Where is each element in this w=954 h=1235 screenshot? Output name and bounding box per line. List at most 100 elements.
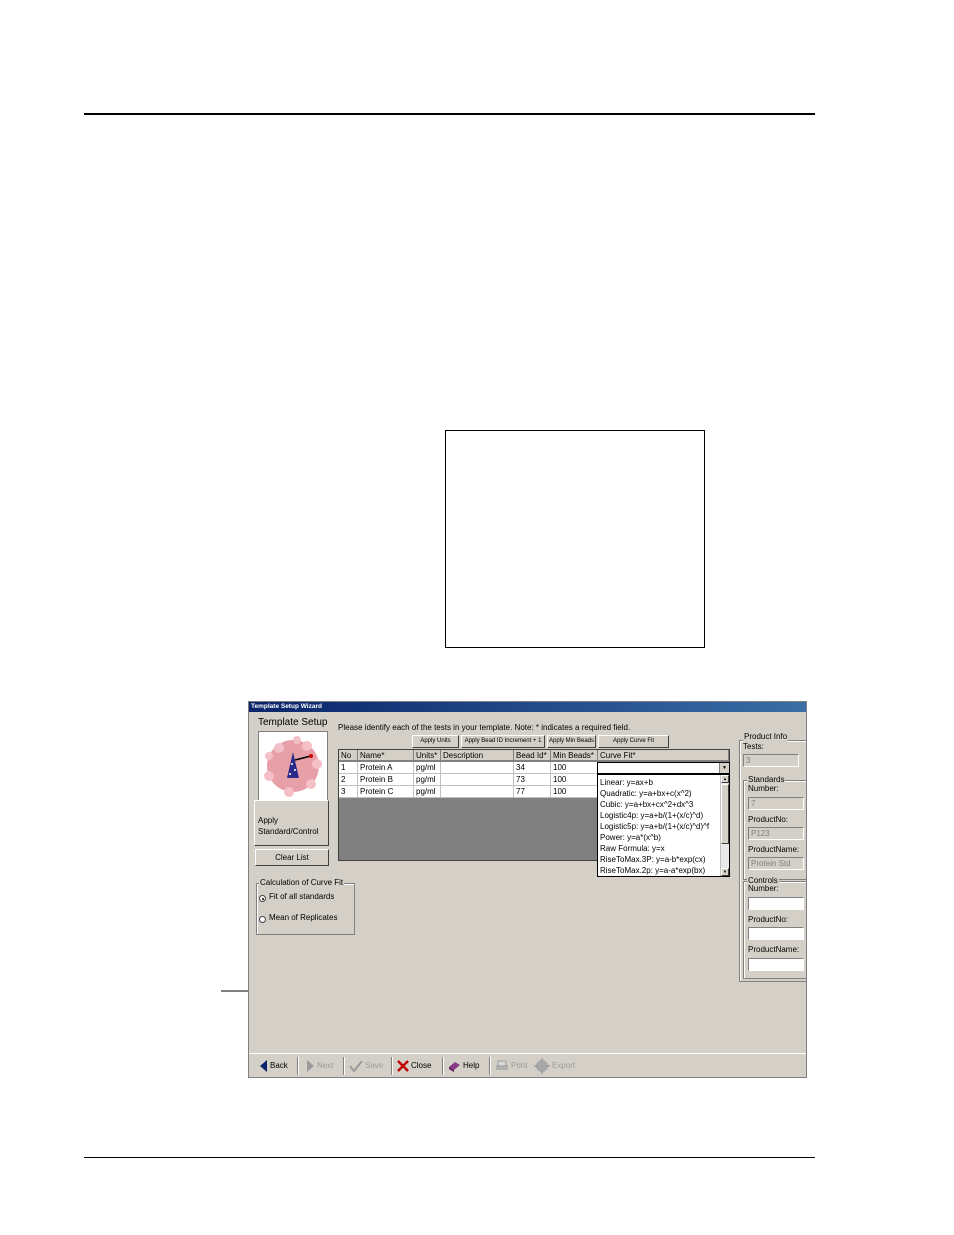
curve-fit-option[interactable]: Raw Formula: y=x	[600, 844, 665, 854]
curve-fit-option[interactable]: Cubic: y=a+bx+cx^2+dx^3	[600, 800, 693, 810]
apply-bead-id-button[interactable]: Apply Bead ID Increment + 1	[461, 735, 545, 748]
footer-rule	[84, 1157, 815, 1158]
toolbar-separator	[297, 1057, 299, 1075]
next-label: Next	[317, 1061, 334, 1070]
table-cell-bead-id[interactable]: 77	[514, 786, 551, 798]
table-cell-description[interactable]	[441, 762, 514, 774]
close-label: Close	[411, 1061, 432, 1070]
table-cell-no[interactable]: 2	[339, 774, 358, 786]
export-icon	[534, 1058, 550, 1074]
curve-fit-group-label: Calculation of Curve Fit	[259, 878, 345, 888]
standards-productname-label: ProductName:	[748, 845, 800, 854]
toolbar-separator	[343, 1057, 345, 1075]
table-cell-no[interactable]: 1	[339, 762, 358, 774]
print-button[interactable]: Print	[495, 1058, 527, 1074]
wizard-toolbar: Back Next Save Close Help Print Export	[249, 1053, 806, 1077]
scroll-down-icon[interactable]: ▼	[721, 868, 729, 876]
next-button[interactable]: Next	[306, 1058, 333, 1074]
column-header-no: No	[339, 750, 358, 761]
template-setup-window: Template Setup Wizard Template Setup App…	[248, 701, 807, 1078]
toolbar-separator	[391, 1057, 393, 1075]
help-book-icon	[449, 1061, 460, 1072]
export-button[interactable]: Export	[534, 1058, 575, 1074]
chevron-down-icon[interactable]: ▼	[719, 763, 729, 773]
apply-units-button[interactable]: Apply Units	[412, 735, 459, 748]
curve-fit-option[interactable]: RiseToMax.2p: y=a-a*exp(bx)	[600, 866, 705, 876]
standards-productno-field: P123	[748, 827, 804, 840]
column-header-bead-id: Bead Id*	[514, 750, 551, 761]
table-cell-name[interactable]: Protein A	[358, 762, 414, 774]
save-button[interactable]: Save	[349, 1058, 383, 1074]
printer-icon	[496, 1060, 508, 1070]
curve-fit-options-list: Linear: y=ax+b Quadratic: y=a+bx+c(x^2) …	[597, 774, 730, 877]
print-label: Print	[511, 1061, 528, 1070]
curve-fit-group	[256, 883, 355, 935]
wizard-logo-icon	[258, 731, 328, 801]
save-label: Save	[365, 1061, 384, 1070]
controls-productname-label: ProductName:	[748, 945, 800, 954]
curve-fit-option[interactable]: Logistic5p: y=a+b/(1+(x/c)^d)^f	[600, 822, 709, 832]
table-cell-name[interactable]: Protein B	[358, 774, 414, 786]
table-cell-min-beads[interactable]: 100	[551, 786, 598, 798]
close-button[interactable]: Close	[397, 1058, 431, 1074]
apply-standard-control-button[interactable]: Apply Standard/Control	[254, 800, 329, 846]
standards-number-label: Number:	[748, 784, 779, 793]
table-cell-units[interactable]: pg/ml	[414, 774, 441, 786]
mean-of-replicates-radio[interactable]	[259, 916, 266, 923]
tests-label: Tests:	[743, 742, 764, 751]
curve-fit-dropdown[interactable]: ▼	[597, 762, 730, 774]
apply-min-beads-button[interactable]: Apply Min Beads	[547, 735, 596, 748]
controls-number-label: Number:	[748, 884, 779, 893]
controls-productno-label: ProductNo:	[748, 915, 789, 924]
table-cell-min-beads[interactable]: 100	[551, 762, 598, 774]
standards-productno-label: ProductNo:	[748, 815, 789, 824]
column-header-min-beads: Min Beads*	[551, 750, 598, 761]
instruction-text: Please identify each of the tests in you…	[338, 723, 631, 732]
table-cell-min-beads[interactable]: 100	[551, 774, 598, 786]
window-title: Template Setup Wizard	[249, 702, 806, 712]
standards-number-field: 7	[748, 797, 804, 810]
fit-all-standards-radio[interactable]	[259, 895, 266, 902]
table-cell-bead-id[interactable]: 73	[514, 774, 551, 786]
arrow-left-icon	[260, 1059, 267, 1072]
export-label: Export	[552, 1061, 576, 1071]
fit-all-standards-label: Fit of all standards	[269, 892, 335, 901]
column-header-name: Name*	[358, 750, 414, 761]
options-scrollbar[interactable]: ▲ ▼	[720, 775, 729, 876]
table-cell-no[interactable]: 3	[339, 786, 358, 798]
table-cell-units[interactable]: pg/ml	[414, 786, 441, 798]
close-icon	[397, 1060, 409, 1072]
table-cell-bead-id[interactable]: 34	[514, 762, 551, 774]
help-label: Help	[463, 1061, 480, 1070]
curve-fit-option[interactable]: Quadratic: y=a+bx+c(x^2)	[600, 789, 692, 799]
standards-productname-field: Protein Std	[748, 857, 804, 870]
scroll-up-icon[interactable]: ▲	[721, 775, 729, 783]
column-header-curve-fit: Curve Fit*	[598, 750, 729, 761]
controls-number-field[interactable]	[748, 897, 804, 910]
help-button[interactable]: Help	[448, 1058, 479, 1074]
column-header-description: Description	[441, 750, 514, 761]
table-cell-description[interactable]	[441, 786, 514, 798]
product-info-label: Product Info	[743, 732, 789, 742]
curve-fit-option[interactable]: Logistic4p: y=a+b/(1+(x/c)^d)	[600, 811, 703, 821]
column-header-units: Units*	[414, 750, 441, 761]
clear-list-button[interactable]: Clear List	[255, 849, 329, 866]
controls-productname-field[interactable]	[748, 958, 804, 971]
back-label: Back	[270, 1061, 288, 1070]
mean-of-replicates-label: Mean of Replicates	[269, 913, 338, 922]
curve-fit-option[interactable]: RiseToMax.3P: y=a-b*exp(cx)	[600, 855, 706, 865]
apply-curve-fit-button[interactable]: Apply Curve Fit	[598, 735, 669, 748]
table-cell-name[interactable]: Protein C	[358, 786, 414, 798]
table-cell-description[interactable]	[441, 774, 514, 786]
toolbar-separator	[442, 1057, 444, 1075]
back-button[interactable]: Back	[259, 1058, 288, 1074]
scrollbar-thumb[interactable]	[721, 784, 729, 844]
tests-field: 3	[743, 754, 799, 767]
table-cell-units[interactable]: pg/ml	[414, 762, 441, 774]
curve-fit-option[interactable]: Linear: y=ax+b	[600, 778, 653, 788]
controls-productno-field[interactable]	[748, 927, 804, 940]
curve-fit-option[interactable]: Power: y=a*(x^b)	[600, 833, 661, 843]
checkmark-icon	[349, 1060, 363, 1073]
sidebar-heading: Template Setup	[258, 717, 328, 728]
arrow-right-icon	[307, 1059, 314, 1072]
